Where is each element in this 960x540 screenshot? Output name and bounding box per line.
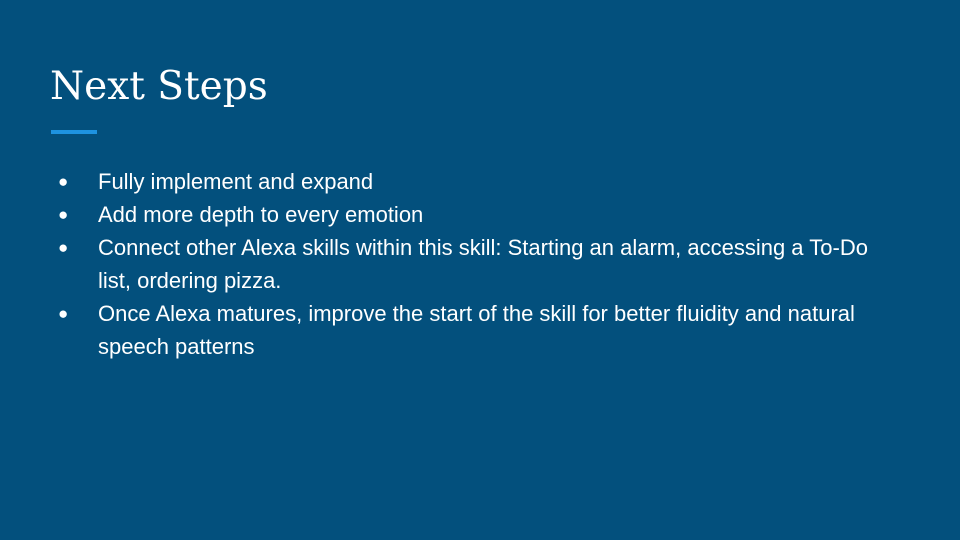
bullet-item: ● Fully implement and expand — [58, 165, 898, 198]
bullet-text: Connect other Alexa skills within this s… — [98, 235, 868, 293]
bullet-text: Fully implement and expand — [98, 169, 374, 194]
title-accent-line — [51, 130, 97, 134]
slide: Next Steps ● Fully implement and expand … — [0, 0, 960, 540]
bullet-text: Once Alexa matures, improve the start of… — [98, 301, 855, 359]
bullet-icon: ● — [58, 172, 69, 191]
bullet-item: ● Once Alexa matures, improve the start … — [58, 297, 898, 363]
bullet-list: ● Fully implement and expand ● Add more … — [58, 165, 898, 363]
bullet-icon: ● — [58, 205, 69, 224]
slide-title: Next Steps — [50, 64, 268, 109]
bullet-icon: ● — [58, 238, 69, 257]
bullet-item: ● Connect other Alexa skills within this… — [58, 231, 898, 297]
bullet-text: Add more depth to every emotion — [98, 202, 424, 227]
bullet-icon: ● — [58, 304, 69, 323]
bullet-item: ● Add more depth to every emotion — [58, 198, 898, 231]
